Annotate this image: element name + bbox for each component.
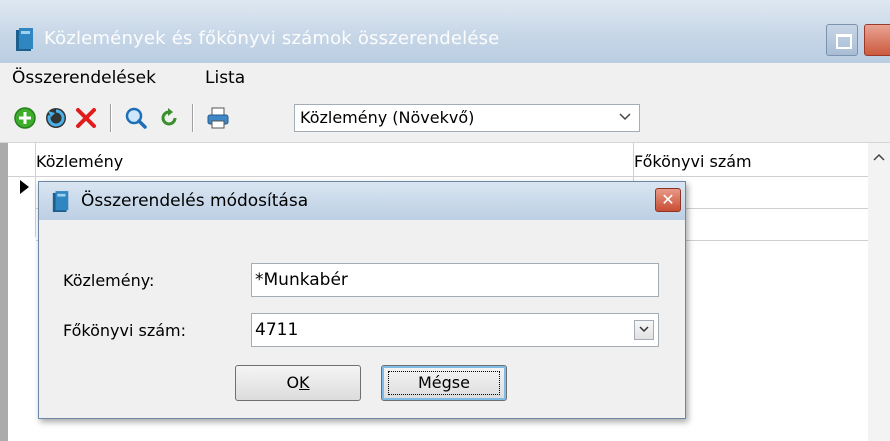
scroll-up-icon[interactable] [873,153,885,161]
row-indicator-icon [20,180,29,194]
print-icon[interactable] [206,106,230,130]
app-book-icon [52,191,69,212]
dialog-title: Összerendelés módosítása [81,191,309,211]
menu-bar: Összerendelések Lista [0,63,890,93]
sort-select[interactable]: Közlemény (Növekvő) [294,104,640,132]
toolbar: Közlemény (Növekvő) [0,93,890,143]
vertical-scrollbar[interactable] [868,143,890,441]
close-button[interactable] [864,24,890,56]
fokonyvi-szam-value: 4711 [255,320,299,340]
maximize-button[interactable] [826,24,858,56]
close-icon: ✕ [661,190,675,209]
combo-dropdown-button[interactable] [634,320,654,340]
fokonyvi-szam-select[interactable]: 4711 [251,313,659,347]
dialog-close-button[interactable]: ✕ [655,188,681,212]
grid-header: Közlemény Főkönyvi szám [8,143,868,177]
kozlemeny-input[interactable]: *Munkabér [251,263,659,297]
main-title-bar: Közlemények és főkönyvi számok összerend… [0,0,890,63]
toolbar-separator [110,104,112,132]
ok-button[interactable]: OK [235,365,361,401]
refresh-icon[interactable] [44,106,68,130]
fokonyvi-szam-label: Főkönyvi szám: [63,321,187,340]
ok-button-label-prefix: O [286,373,300,392]
chevron-down-icon [639,326,649,333]
window-title: Közlemények és főkönyvi számok összerend… [44,28,500,49]
cancel-button[interactable]: Mégse [381,365,507,401]
column-header-kozlemeny[interactable]: Közlemény [36,152,123,171]
kozlemeny-label: Közlemény: [63,271,155,290]
reload-icon[interactable] [157,106,181,130]
edit-dialog: Összerendelés módosítása ✕ Közlemény: *M… [38,181,686,419]
delete-icon[interactable] [74,106,98,130]
add-icon[interactable] [13,106,37,130]
chevron-down-icon [619,113,631,121]
dialog-title-bar: Összerendelés módosítása ✕ [39,182,685,220]
toolbar-separator [192,104,194,132]
menu-lista[interactable]: Lista [205,68,245,88]
menu-osszerendelesek[interactable]: Összerendelések [12,68,156,88]
column-header-fokonyvi-szam[interactable]: Főkönyvi szám [634,152,752,171]
search-icon[interactable] [124,106,148,130]
focus-rectangle [388,371,500,395]
sort-select-value: Közlemény (Növekvő) [300,108,475,127]
app-book-icon [16,28,33,51]
ok-button-label-mnemonic: K [299,373,310,392]
